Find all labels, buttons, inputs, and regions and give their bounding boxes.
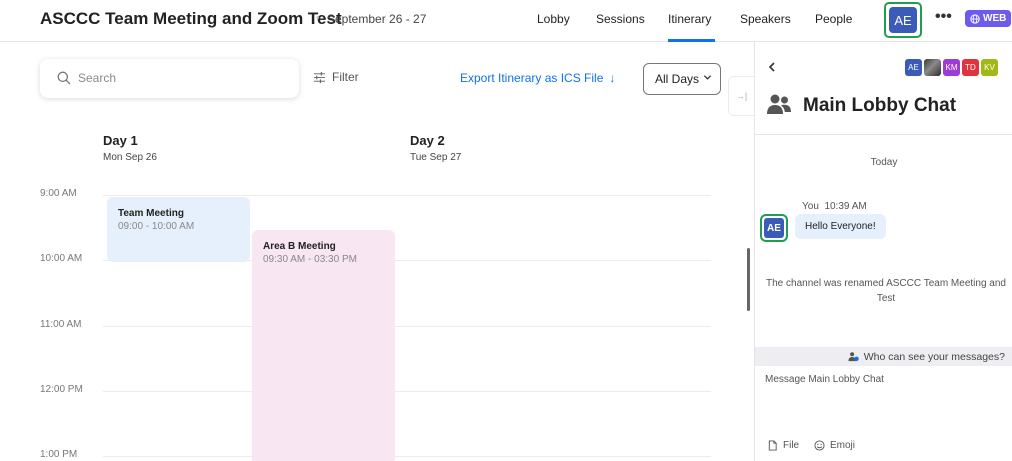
time-label: 10:00 AM [40,253,83,264]
message-time: 10:39 AM [824,201,867,212]
chat-title: Main Lobby Chat [803,95,957,116]
download-arrow-icon: ↓ [609,71,616,85]
time-label: 12:00 PM [40,384,83,395]
top-bar: ASCCC Team Meeting and Zoom Test • Septe… [0,0,1012,42]
days-select-value: All Days [655,72,700,86]
user-avatar-button[interactable]: AE [884,2,922,38]
grid-line [103,391,711,392]
title-separator: • [316,13,320,24]
time-label: 9:00 AM [40,188,77,199]
export-label: Export Itinerary as ICS File [460,71,604,85]
day2-date: Tue Sep 27 [410,152,462,163]
tab-lobby[interactable]: Lobby [537,12,570,26]
message-sender: You [802,201,819,212]
more-options-icon[interactable]: ••• [935,8,952,26]
attach-file-button[interactable]: File [767,440,799,451]
tab-speakers[interactable]: Speakers [740,12,791,26]
message-avatar-frame[interactable]: AE [760,214,788,242]
user-avatar: AE [889,7,917,33]
web-badge[interactable]: WEB [965,10,1012,27]
chat-header: AE KM TD KV Main Lobby Chat [755,42,1012,135]
people-visibility-icon [848,352,859,362]
time-label: 11:00 AM [40,319,82,330]
file-icon [768,440,777,451]
tab-sessions[interactable]: Sessions [596,12,645,26]
event-area-b-meeting[interactable]: Area B Meeting 09:30 AM - 03:30 PM [252,230,395,461]
grid-line [103,456,711,457]
chat-panel: AE KM TD KV Main Lobby Chat Today You 10… [754,42,1012,461]
export-ics-link[interactable]: Export Itinerary as ICS File ↓ [460,71,615,85]
visibility-label: Who can see your messages? [863,350,1005,363]
grid-line [103,326,711,327]
search-input[interactable] [78,68,278,88]
participant-photo-avatar [924,59,941,76]
participant-avatar: AE [905,59,922,76]
grid-line [103,195,711,196]
emoji-icon [814,440,825,451]
event-title: ASCCC Team Meeting and Zoom Test [40,9,342,28]
file-label: File [783,440,800,451]
chevron-down-icon [703,75,712,80]
search-box[interactable] [40,59,299,98]
globe-icon [970,13,980,24]
event-title: Team Meeting [118,208,184,219]
message-visibility-button[interactable]: Who can see your messages? [755,347,1012,366]
day2-title: Day 2 [410,133,445,148]
participant-avatar: TD [962,59,979,76]
filter-button[interactable]: Filter [313,70,359,84]
event-title: Area B Meeting [263,241,336,252]
participant-avatar: KM [943,59,960,76]
chat-message-input[interactable] [765,374,1005,434]
event-time: 09:30 AM - 03:30 PM [263,254,357,265]
message-avatar: AE [764,218,784,238]
days-select[interactable]: All Days [643,63,721,95]
time-label: 1:00 PM [40,449,78,460]
filter-label: Filter [332,70,359,84]
calendar-scrollbar[interactable] [747,248,750,311]
collapse-panel-button[interactable]: →| [728,76,754,116]
day1-date: Mon Sep 26 [103,152,157,163]
participant-avatar: KV [981,59,998,76]
participant-avatars[interactable]: AE KM TD KV [905,59,998,76]
group-chat-icon [767,94,791,114]
back-chevron-icon[interactable] [767,62,777,72]
active-tab-indicator [668,39,715,42]
search-icon [57,71,71,85]
day1-title: Day 1 [103,133,138,148]
system-message: The channel was renamed ASCCC Team Meeti… [766,278,1006,304]
message-bubble[interactable]: Hello Everyone! [795,214,886,239]
event-team-meeting[interactable]: Team Meeting 09:00 - 10:00 AM [107,197,250,262]
web-badge-label: WEB [983,13,1007,24]
tab-people[interactable]: People [815,12,852,26]
event-dates: September 26 - 27 [327,12,427,26]
tab-itinerary[interactable]: Itinerary [668,12,711,26]
event-time: 09:00 - 10:00 AM [118,221,195,232]
message-meta: You 10:39 AM [802,201,867,212]
emoji-button[interactable]: Emoji [814,440,855,451]
date-divider: Today [870,157,898,168]
filter-icon [313,71,326,83]
emoji-label: Emoji [830,440,856,451]
